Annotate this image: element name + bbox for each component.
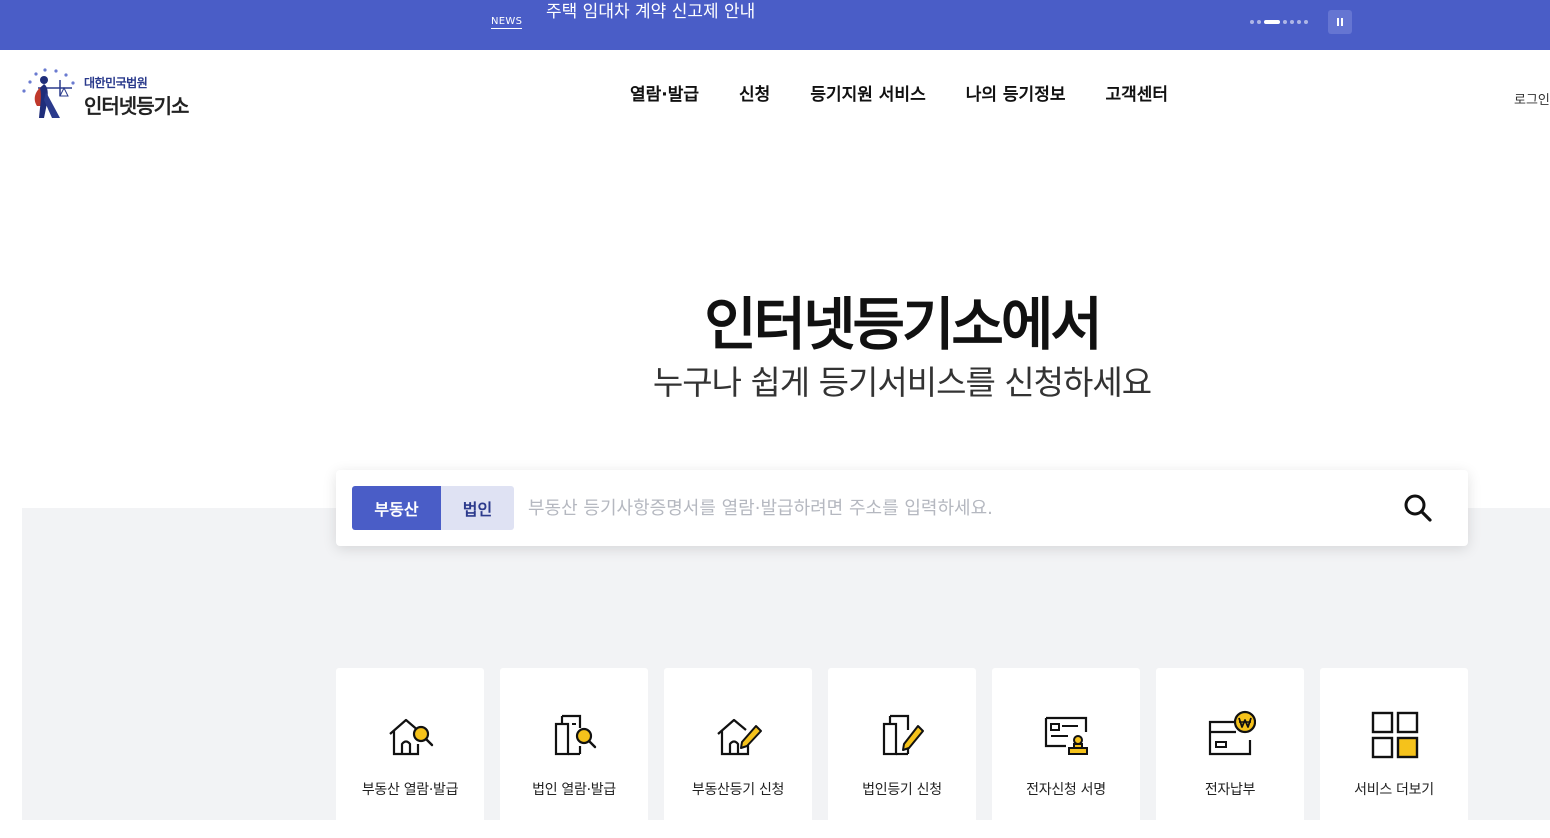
news-page-dot[interactable]	[1250, 20, 1254, 24]
main-nav: 열람·발급 신청 등기지원 서비스 나의 등기정보 고객센터	[610, 80, 1188, 105]
news-tag: NEWS	[491, 16, 523, 29]
service-card-label: 전자납부	[1204, 782, 1256, 798]
news-page-dot-active[interactable]	[1264, 20, 1280, 24]
nav-item-view-issue[interactable]: 열람·발급	[630, 80, 699, 105]
service-card-realestate-apply[interactable]: 부동산등기 신청	[664, 668, 812, 838]
service-card-label: 전자신청 서명	[1026, 782, 1106, 798]
logo-org-name: 대한민국법원	[84, 76, 148, 90]
nav-item-apply[interactable]: 신청	[739, 80, 770, 105]
building-search-icon	[554, 714, 597, 756]
service-card-corp-view[interactable]: 법인 열람·발급	[500, 668, 648, 838]
news-page-dot[interactable]	[1290, 20, 1294, 24]
service-card-corp-apply[interactable]: 법인등기 신청	[828, 668, 976, 838]
service-card-label: 법인등기 신청	[862, 782, 942, 798]
search-panel: 부동산 법인	[336, 470, 1468, 546]
login-link[interactable]: 로그인	[1514, 89, 1550, 108]
pause-button[interactable]	[1328, 10, 1352, 34]
grid-icon	[1371, 711, 1419, 759]
search-input[interactable]	[528, 488, 1388, 528]
service-card-more[interactable]: 서비스 더보기	[1320, 668, 1468, 838]
news-pagination	[1250, 20, 1308, 24]
nav-item-support-service[interactable]: 등기지원 서비스	[810, 80, 925, 105]
document-stamp-icon	[1044, 716, 1088, 755]
service-card-label: 부동산등기 신청	[691, 782, 785, 798]
court-emblem-icon	[22, 68, 75, 118]
hero-title: 인터넷등기소에서	[704, 292, 1103, 358]
nav-item-customer-center[interactable]: 고객센터	[1105, 80, 1168, 105]
hero-subtitle: 누구나 쉽게 등기서비스를 신청하세요	[652, 363, 1152, 402]
service-card-label: 부동산 열람·발급	[361, 782, 459, 798]
tab-real-estate[interactable]: 부동산	[352, 486, 441, 530]
service-card-label: 서비스 더보기	[1354, 782, 1434, 798]
logo-site-name: 인터넷등기소	[84, 94, 189, 118]
nav-item-my-registry[interactable]: 나의 등기정보	[966, 80, 1066, 105]
news-page-dot[interactable]	[1257, 20, 1261, 24]
pause-icon	[1337, 18, 1339, 26]
news-title-link[interactable]: 주택 임대차 계약 신고제 안내	[546, 0, 755, 22]
news-page-dot[interactable]	[1297, 20, 1301, 24]
service-card-e-payment[interactable]: 전자납부	[1156, 668, 1304, 838]
house-pencil-icon	[717, 718, 762, 756]
card-won-icon	[1208, 710, 1256, 756]
tab-corporation[interactable]: 법인	[441, 486, 514, 530]
news-page-dot[interactable]	[1304, 20, 1308, 24]
service-shortcuts: 부동산 열람·발급 법인 열람·발급 부동산등기 신청 법인등기 신청 전자신청…	[336, 668, 1468, 838]
news-bar: NEWS 주택 임대차 계약 신고제 안내	[0, 0, 1550, 50]
search-icon[interactable]	[1402, 492, 1434, 524]
service-card-realestate-view[interactable]: 부동산 열람·발급	[336, 668, 484, 838]
site-logo[interactable]: 대한민국법원 인터넷등기소	[20, 66, 200, 122]
service-card-label: 법인 열람·발급	[532, 782, 616, 798]
news-page-dot[interactable]	[1283, 20, 1287, 24]
house-search-icon	[389, 718, 434, 756]
service-card-e-sign[interactable]: 전자신청 서명	[992, 668, 1140, 838]
building-pencil-icon	[882, 714, 924, 756]
